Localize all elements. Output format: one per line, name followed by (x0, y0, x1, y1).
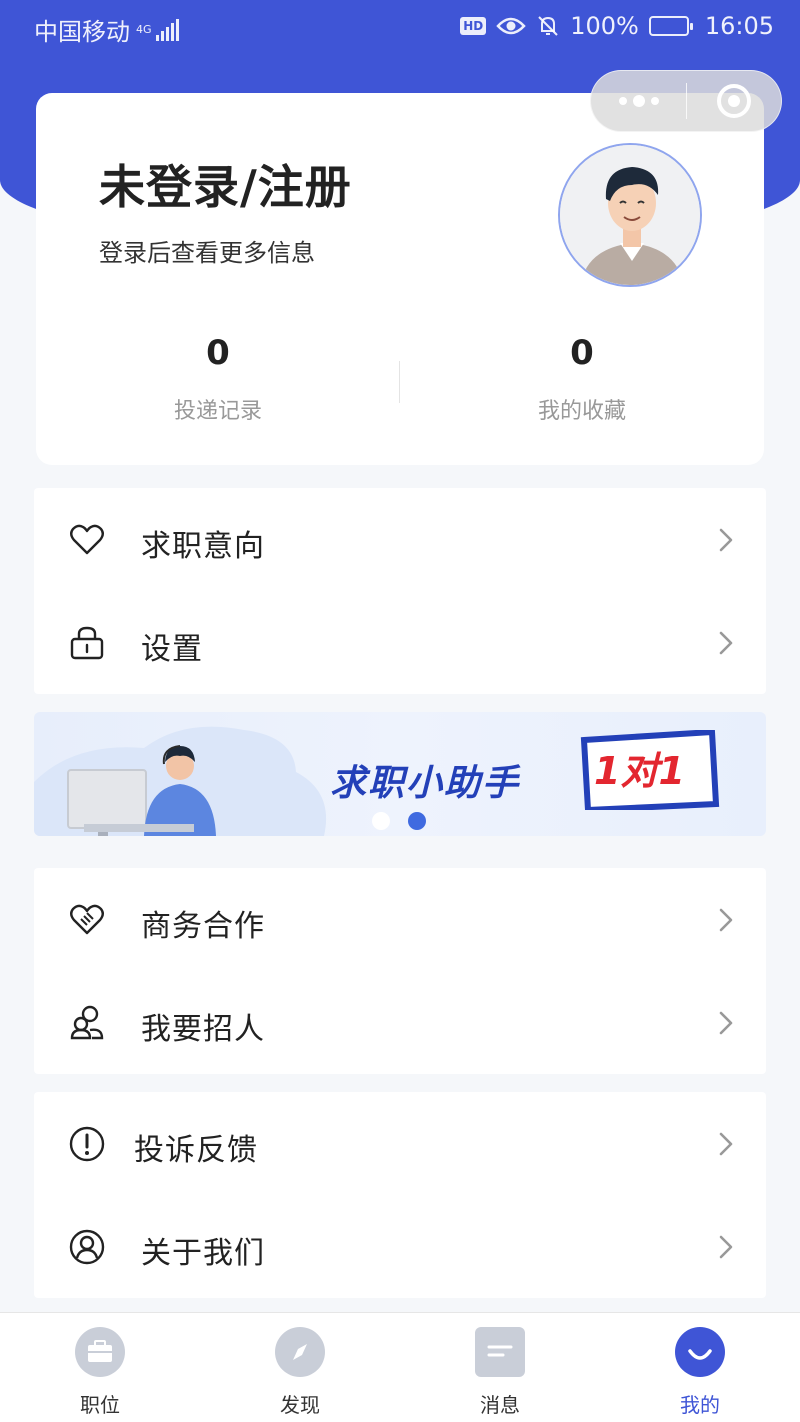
status-left: 中国移动 4G (34, 12, 179, 47)
avatar[interactable] (558, 143, 702, 287)
menu-group-business: 商务合作 我要招人 (34, 868, 766, 1074)
chevron-right-icon (719, 1132, 733, 1156)
stat-applications-value: 0 (206, 333, 230, 373)
stat-applications-label: 投递记录 (173, 399, 262, 424)
chevron-right-icon (719, 1011, 733, 1035)
menu-group-primary: 求职意向 设置 (34, 488, 766, 694)
profile-card: 未登录/注册 登录后查看更多信息 0 投递记录 0 我的收藏 (36, 93, 764, 465)
menu-item-recruit[interactable]: 我要招人 (34, 971, 766, 1074)
chevron-right-icon (719, 631, 733, 655)
tab-label: 消息 (480, 1393, 520, 1417)
menu-item-job-intention[interactable]: 求职意向 (34, 488, 766, 591)
avatar-illustration (560, 145, 700, 285)
miniprogram-capsule (590, 70, 782, 132)
briefcase-icon (75, 1327, 125, 1377)
people-icon (70, 1005, 104, 1040)
tab-label: 发现 (280, 1393, 320, 1417)
network-label: 4G (136, 23, 152, 36)
stat-favorites[interactable]: 0 我的收藏 (482, 333, 682, 425)
menu-item-feedback[interactable]: 投诉反馈 (34, 1092, 766, 1195)
banner-title: 求职小助手 (330, 763, 521, 804)
eye-icon (496, 17, 526, 35)
mute-bell-icon (538, 16, 558, 36)
user-circle-icon (69, 1229, 105, 1265)
smile-icon (675, 1327, 725, 1377)
heart-icon (70, 524, 104, 555)
assistant-banner[interactable]: 求职小助手 1对1 (34, 712, 766, 836)
menu-item-about-us[interactable]: 关于我们 (34, 1195, 766, 1298)
clock: 16:05 (704, 12, 774, 40)
tab-discover[interactable]: 发现 (240, 1327, 360, 1418)
menu-label: 设置 (141, 632, 203, 667)
login-hint: 登录后查看更多信息 (99, 239, 315, 267)
banner-badge-text: 1对1 (594, 749, 685, 793)
status-right: HD 100% 16:05 (460, 12, 774, 40)
chevron-right-icon (719, 1235, 733, 1259)
stat-favorites-label: 我的收藏 (537, 399, 626, 424)
tab-mine[interactable]: 我的 (640, 1327, 760, 1418)
stat-favorites-value: 0 (570, 333, 594, 373)
chevron-right-icon (719, 528, 733, 552)
menu-label: 求职意向 (141, 529, 265, 564)
tab-jobs[interactable]: 职位 (40, 1327, 160, 1418)
status-bar: 中国移动 4G HD 100% 16:05 (0, 0, 800, 56)
customer-service-illustration (34, 726, 327, 836)
chevron-right-icon (719, 908, 733, 932)
tab-label: 我的 (680, 1393, 720, 1417)
battery-percent: 100% (570, 12, 639, 40)
handshake-heart-icon (70, 904, 104, 935)
carousel-indicator (372, 812, 426, 830)
close-miniprogram-button[interactable] (687, 71, 781, 131)
bottom-tab-bar: 职位 发现 消息 我的 (0, 1312, 800, 1422)
tab-messages[interactable]: 消息 (440, 1327, 560, 1418)
stat-applications[interactable]: 0 投递记录 (118, 333, 318, 425)
menu-item-settings[interactable]: 设置 (34, 591, 766, 694)
target-icon (717, 84, 751, 118)
carrier-label: 中国移动 (34, 18, 130, 46)
more-options-button[interactable] (591, 71, 686, 131)
menu-label: 我要招人 (141, 1012, 265, 1047)
message-icon (475, 1327, 525, 1377)
menu-label: 投诉反馈 (134, 1133, 258, 1168)
compass-icon (275, 1327, 325, 1377)
tab-label: 职位 (80, 1393, 120, 1417)
battery-icon (648, 16, 693, 36)
menu-group-support: 投诉反馈 关于我们 (34, 1092, 766, 1298)
signal-icon (155, 18, 179, 41)
menu-label: 商务合作 (141, 909, 265, 944)
carousel-dot[interactable] (372, 812, 390, 830)
lock-icon (70, 626, 104, 660)
menu-label: 关于我们 (141, 1236, 265, 1271)
menu-item-business-cooperation[interactable]: 商务合作 (34, 868, 766, 971)
login-register-link[interactable]: 未登录/注册 (99, 151, 352, 217)
hd-icon: HD (460, 17, 487, 35)
stat-divider (399, 361, 400, 403)
carousel-dot-active[interactable] (408, 812, 426, 830)
alert-circle-icon (69, 1126, 105, 1162)
